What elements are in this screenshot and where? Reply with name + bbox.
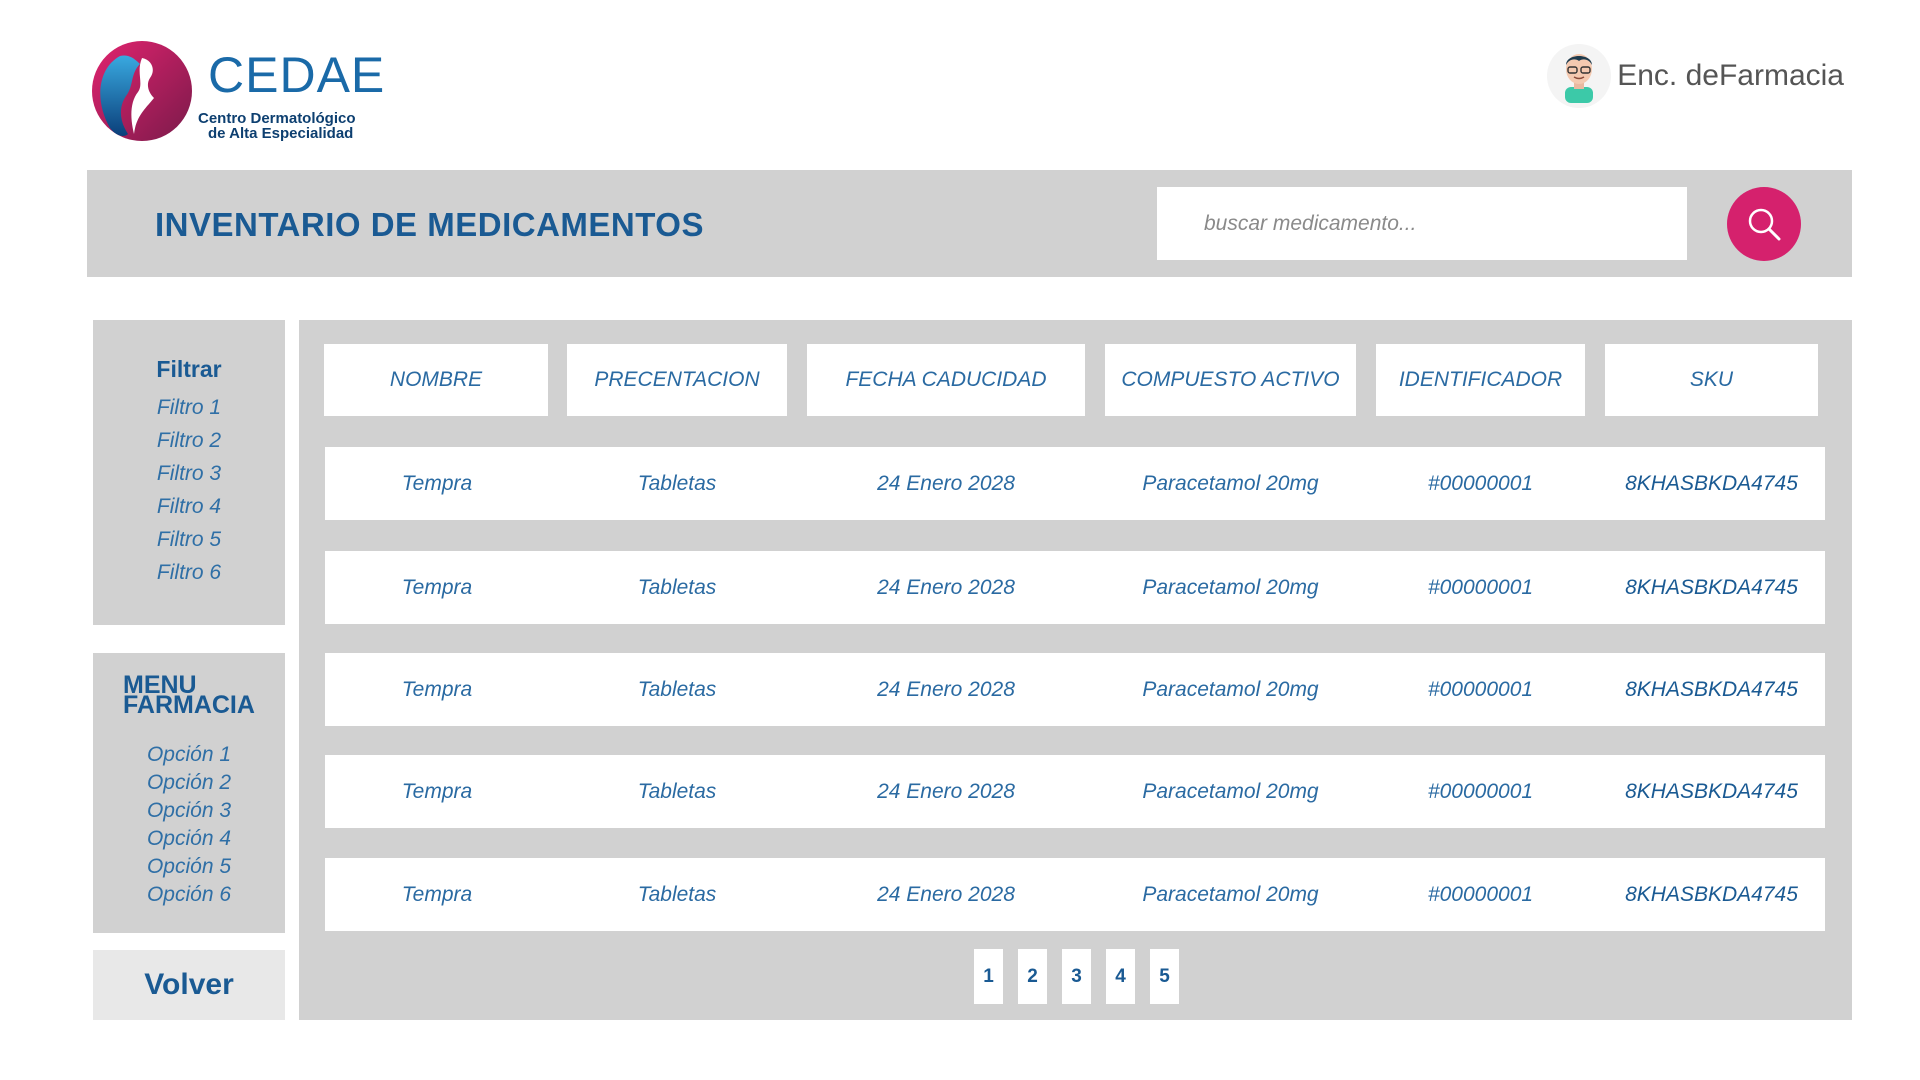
search-input[interactable] [1157, 187, 1687, 260]
back-button[interactable]: Volver [93, 950, 285, 1020]
table-row[interactable]: Tempra Tabletas 24 Enero 2028 Paracetamo… [325, 653, 1825, 726]
table-row[interactable]: Tempra Tabletas 24 Enero 2028 Paracetamo… [325, 755, 1825, 828]
cell-presentacion: Tabletas [637, 882, 717, 906]
brand-logo: CEDAE Centro Dermatológico de Alta Espec… [90, 38, 390, 148]
column-header-identificador[interactable]: IDENTIFICADOR [1376, 344, 1585, 416]
cell-identificador: #00000001 [1427, 677, 1534, 701]
filter-item-6[interactable]: Filtro 6 [93, 556, 285, 589]
cell-fecha-caducidad: 24 Enero 2028 [877, 575, 1015, 599]
column-header-sku[interactable]: SKU [1605, 344, 1818, 416]
page-button-5[interactable]: 5 [1150, 949, 1179, 1004]
menu-item-4[interactable]: Opción 4 [93, 825, 285, 853]
menu-item-2[interactable]: Opción 2 [93, 769, 285, 797]
menu-item-6[interactable]: Opción 6 [93, 881, 285, 909]
filter-item-5[interactable]: Filtro 5 [93, 523, 285, 556]
cell-compuesto-activo: Paracetamol 20mg [1142, 575, 1319, 599]
cell-presentacion: Tabletas [637, 575, 717, 599]
inventory-table: NOMBRE PRECENTACION FECHA CADUCIDAD COMP… [299, 320, 1852, 1020]
filter-heading: Filtrar [156, 356, 222, 382]
column-header-fecha-caducidad[interactable]: FECHA CADUCIDAD [807, 344, 1085, 416]
cell-presentacion: Tabletas [637, 471, 717, 495]
cell-fecha-caducidad: 24 Enero 2028 [877, 779, 1015, 803]
brand-subtitle-line2: de Alta Especialidad [208, 125, 354, 142]
cell-sku: 8KHASBKDA4745 [1625, 677, 1798, 701]
table-row[interactable]: Tempra Tabletas 24 Enero 2028 Paracetamo… [325, 858, 1825, 931]
column-header-compuesto-activo[interactable]: COMPUESTO ACTIVO [1105, 344, 1356, 416]
menu-list: Opción 1 Opción 2 Opción 3 Opción 4 Opci… [93, 741, 285, 909]
page-button-1[interactable]: 1 [974, 949, 1003, 1004]
page-title: INVENTARIO DE MEDICAMENTOS [155, 206, 704, 243]
cell-sku: 8KHASBKDA4745 [1625, 471, 1798, 495]
cell-nombre: Tempra [401, 575, 473, 599]
page-button-2[interactable]: 2 [1018, 949, 1047, 1004]
menu-panel: MENU FARMACIA Opción 1 Opción 2 Opción 3… [93, 653, 285, 933]
user-name: Enc. deFarmacia [1617, 59, 1844, 92]
menu-item-5[interactable]: Opción 5 [93, 853, 285, 881]
cell-compuesto-activo: Paracetamol 20mg [1142, 471, 1319, 495]
cell-compuesto-activo: Paracetamol 20mg [1142, 882, 1319, 906]
search-icon [1748, 208, 1781, 241]
filter-panel: Filtrar Filtro 1 Filtro 2 Filtro 3 Filtr… [93, 320, 285, 625]
user-avatar-icon [1547, 44, 1612, 108]
cell-fecha-caducidad: 24 Enero 2028 [877, 471, 1015, 495]
cell-nombre: Tempra [401, 471, 473, 495]
pagination: 1 2 3 4 5 [974, 949, 1179, 1004]
cell-identificador: #00000001 [1427, 882, 1534, 906]
cell-presentacion: Tabletas [637, 779, 717, 803]
cell-nombre: Tempra [401, 779, 473, 803]
table-row[interactable]: Tempra Tabletas 24 Enero 2028 Paracetamo… [325, 551, 1825, 624]
filter-item-2[interactable]: Filtro 2 [93, 424, 285, 457]
filter-item-4[interactable]: Filtro 4 [93, 490, 285, 523]
menu-item-3[interactable]: Opción 3 [93, 797, 285, 825]
cell-sku: 8KHASBKDA4745 [1625, 575, 1798, 599]
cell-identificador: #00000001 [1427, 471, 1534, 495]
logo-mark-icon [92, 41, 192, 141]
menu-item-1[interactable]: Opción 1 [93, 741, 285, 769]
user-profile[interactable]: Enc. deFarmacia [1547, 44, 1844, 108]
cell-identificador: #00000001 [1427, 575, 1534, 599]
cell-compuesto-activo: Paracetamol 20mg [1142, 779, 1319, 803]
filter-item-1[interactable]: Filtro 1 [93, 391, 285, 424]
page-button-3[interactable]: 3 [1062, 949, 1091, 1004]
brand-name: CEDAE [208, 47, 386, 103]
filter-item-3[interactable]: Filtro 3 [93, 457, 285, 490]
cell-sku: 8KHASBKDA4745 [1625, 882, 1798, 906]
cell-nombre: Tempra [401, 882, 473, 906]
cell-sku: 8KHASBKDA4745 [1625, 779, 1798, 803]
cell-presentacion: Tabletas [637, 677, 717, 701]
title-bar: INVENTARIO DE MEDICAMENTOS [87, 170, 1852, 277]
table-row[interactable]: Tempra Tabletas 24 Enero 2028 Paracetamo… [325, 447, 1825, 520]
menu-heading-line2: FARMACIA [123, 691, 255, 719]
cell-nombre: Tempra [401, 677, 473, 701]
cell-fecha-caducidad: 24 Enero 2028 [877, 677, 1015, 701]
cell-compuesto-activo: Paracetamol 20mg [1142, 677, 1319, 701]
menu-heading: MENU FARMACIA [123, 673, 255, 719]
column-header-presentacion[interactable]: PRECENTACION [567, 344, 787, 416]
page-button-4[interactable]: 4 [1106, 949, 1135, 1004]
search-button[interactable] [1727, 187, 1801, 261]
column-header-nombre[interactable]: NOMBRE [324, 344, 548, 416]
cell-fecha-caducidad: 24 Enero 2028 [877, 882, 1015, 906]
cell-identificador: #00000001 [1427, 779, 1534, 803]
